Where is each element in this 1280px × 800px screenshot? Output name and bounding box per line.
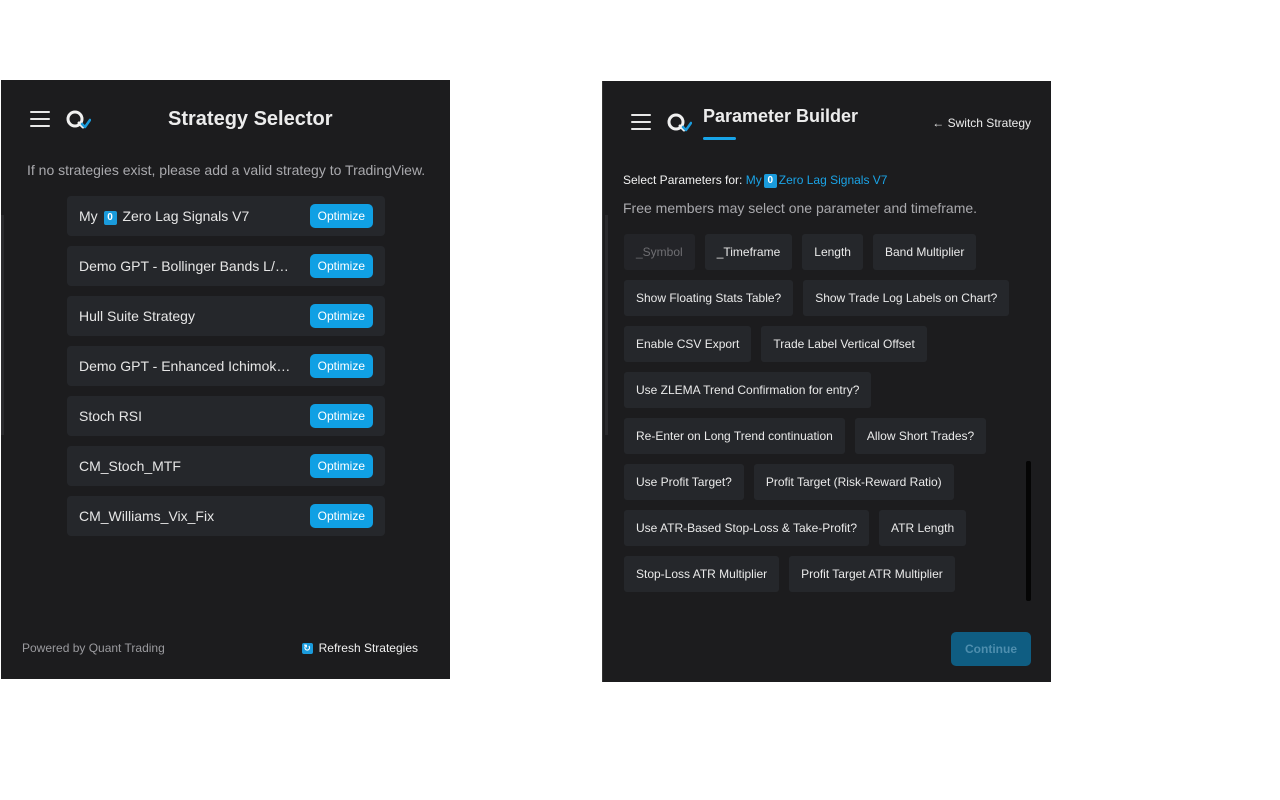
refresh-strategies-button[interactable]: ↻ Refresh Strategies xyxy=(301,641,418,655)
menu-hamburger-icon[interactable] xyxy=(631,114,651,130)
param-chip-timeframe[interactable]: _Timeframe xyxy=(704,234,793,270)
free-members-note: Free members may select one parameter an… xyxy=(623,200,978,216)
continue-button[interactable]: Continue xyxy=(951,632,1031,666)
quant-logo-icon xyxy=(66,110,91,129)
param-chip-atr-length[interactable]: ATR Length xyxy=(879,510,967,546)
strategy-name: CM_Williams_Vix_Fix xyxy=(79,508,215,524)
optimize-button[interactable]: Optimize xyxy=(309,254,373,278)
parameter-row: Use ZLEMA Trend Confirmation for entry? xyxy=(624,372,1019,408)
powered-by-footer: Powered by Quant Trading xyxy=(22,641,165,655)
strategy-row-ichimoku[interactable]: Demo GPT - Enhanced Ichimoku Strategy Op… xyxy=(67,346,385,386)
parameter-row: Stop-Loss ATR Multiplier Profit Target A… xyxy=(624,556,1019,592)
switch-strategy-link[interactable]: ← Switch Strategy xyxy=(932,116,1031,130)
param-chip-reenter-long[interactable]: Re-Enter on Long Trend continuation xyxy=(624,418,845,454)
strategy-list: My 0 Zero Lag Signals V7 Optimize Demo G… xyxy=(67,196,385,546)
optimize-button[interactable]: Optimize xyxy=(309,304,373,328)
param-chip-symbol: _Symbol xyxy=(624,234,695,270)
optimize-button[interactable]: Optimize xyxy=(309,504,373,528)
optimize-button[interactable]: Optimize xyxy=(309,404,373,428)
select-parameters-heading: Select Parameters for: My 0 Zero Lag Signa… xyxy=(623,173,888,188)
strategy-name: Demo GPT - Bollinger Bands L/S Strategy xyxy=(79,258,294,274)
tab-parameter-builder[interactable]: Parameter Builder xyxy=(703,106,858,127)
strategy-row-cm-stoch-mtf[interactable]: CM_Stoch_MTF Optimize xyxy=(67,446,385,486)
parameter-row: Show Floating Stats Table? Show Trade Lo… xyxy=(624,280,1019,316)
strategy-name: CM_Stoch_MTF xyxy=(79,458,181,474)
strategy-name: Hull Suite Strategy xyxy=(79,308,195,324)
active-tab-indicator xyxy=(703,137,736,140)
no-strategies-notice: If no strategies exist, please add a val… xyxy=(27,162,426,178)
scrollbar-thumb[interactable] xyxy=(1026,461,1031,601)
param-chip-allow-short[interactable]: Allow Short Trades? xyxy=(854,418,987,454)
optimize-button[interactable]: Optimize xyxy=(309,454,373,478)
param-chip-zlema-confirmation[interactable]: Use ZLEMA Trend Confirmation for entry? xyxy=(624,372,872,408)
param-chip-label-offset[interactable]: Trade Label Vertical Offset xyxy=(761,326,927,362)
left-panel-edge xyxy=(1,215,4,435)
strategy-row-bollinger[interactable]: Demo GPT - Bollinger Bands L/S Strategy … xyxy=(67,246,385,286)
parameter-row: Use Profit Target? Profit Target (Risk-R… xyxy=(624,464,1019,500)
selected-strategy-link[interactable]: My 0 Zero Lag Signals V7 xyxy=(746,173,887,188)
strategy-selector-panel: Strategy Selector If no strategies exist… xyxy=(1,80,450,679)
strategy-row-stoch-rsi[interactable]: Stoch RSI Optimize xyxy=(67,396,385,436)
refresh-label: Refresh Strategies xyxy=(318,641,418,655)
strategy-row-hull-suite[interactable]: Hull Suite Strategy Optimize xyxy=(67,296,385,336)
strategy-row-cm-williams[interactable]: CM_Williams_Vix_Fix Optimize xyxy=(67,496,385,536)
param-chip-csv-export[interactable]: Enable CSV Export xyxy=(624,326,752,362)
param-chip-profit-target-rr[interactable]: Profit Target (Risk-Reward Ratio) xyxy=(753,464,954,500)
strategy-row-zero-lag[interactable]: My 0 Zero Lag Signals V7 Optimize xyxy=(67,196,385,236)
zero-badge: 0 xyxy=(763,174,777,188)
menu-hamburger-icon[interactable] xyxy=(30,111,50,127)
quant-logo-icon xyxy=(667,113,692,132)
parameter-scrollbar[interactable] xyxy=(1026,233,1031,601)
page-title: Strategy Selector xyxy=(168,108,333,130)
parameter-row: _Symbol _Timeframe Length Band Multiplie… xyxy=(624,234,1019,270)
param-chip-trade-log-labels[interactable]: Show Trade Log Labels on Chart? xyxy=(803,280,1010,316)
param-chip-profit-atr-mult[interactable]: Profit Target ATR Multiplier xyxy=(789,556,955,592)
optimize-button[interactable]: Optimize xyxy=(309,354,373,378)
param-chip-use-profit-target[interactable]: Use Profit Target? xyxy=(624,464,744,500)
param-chip-band-multiplier[interactable]: Band Multiplier xyxy=(872,234,977,270)
param-chip-length[interactable]: Length xyxy=(802,234,863,270)
parameter-row: Enable CSV Export Trade Label Vertical O… xyxy=(624,326,1019,362)
strategy-name: My 0 Zero Lag Signals V7 xyxy=(79,208,250,225)
param-chip-atr-stop-loss[interactable]: Use ATR-Based Stop-Loss & Take-Profit? xyxy=(624,510,869,546)
right-panel-edge xyxy=(605,215,608,435)
parameter-builder-panel: Parameter Builder ← Switch Strategy Sele… xyxy=(602,81,1051,682)
zero-badge: 0 xyxy=(103,211,117,225)
param-chip-stoploss-atr-mult[interactable]: Stop-Loss ATR Multiplier xyxy=(624,556,780,592)
strategy-name: Stoch RSI xyxy=(79,408,143,424)
param-chip-floating-stats[interactable]: Show Floating Stats Table? xyxy=(624,280,794,316)
strategy-name: Demo GPT - Enhanced Ichimoku Strategy xyxy=(79,358,294,374)
parameter-chip-grid: _Symbol _Timeframe Length Band Multiplie… xyxy=(624,234,1019,602)
parameter-row: Re-Enter on Long Trend continuation Allo… xyxy=(624,418,1019,454)
parameter-row: Use ATR-Based Stop-Loss & Take-Profit? A… xyxy=(624,510,1019,546)
optimize-button[interactable]: Optimize xyxy=(309,204,373,228)
refresh-icon: ↻ xyxy=(301,642,313,654)
